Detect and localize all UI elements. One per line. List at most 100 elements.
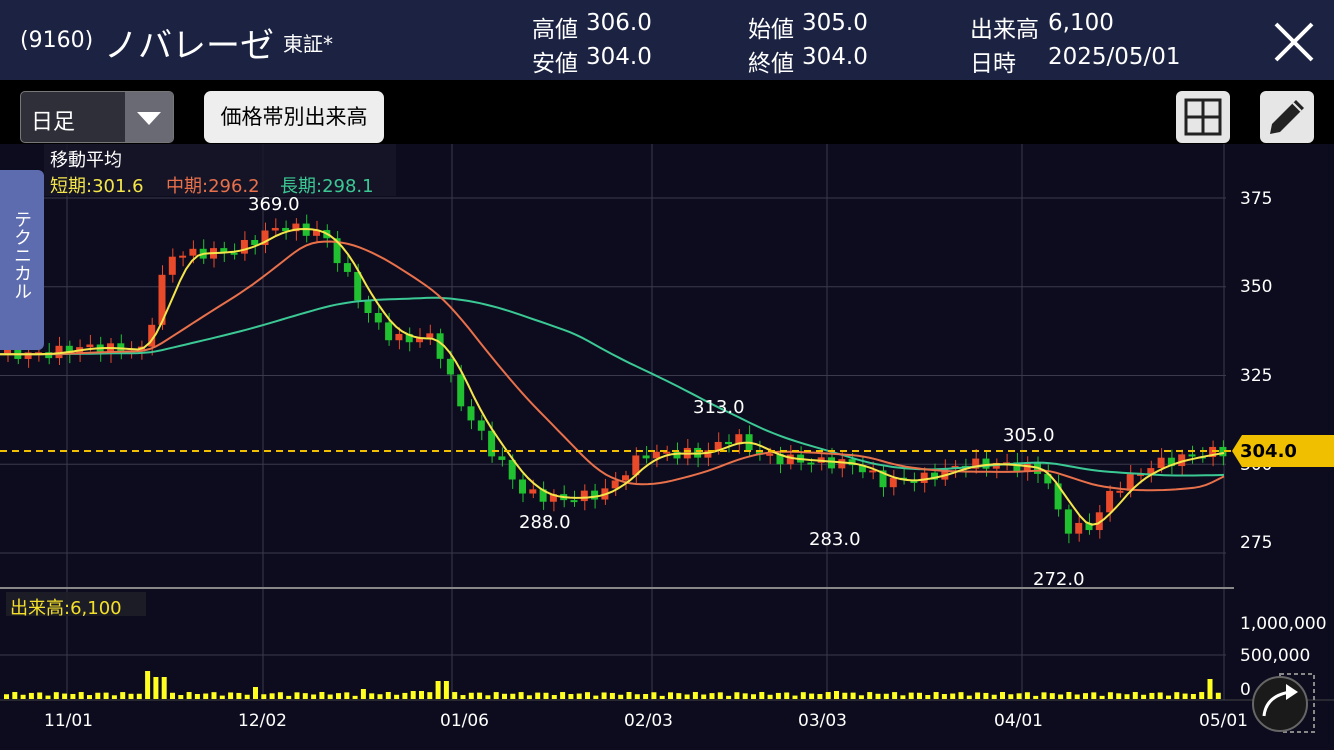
volume-bar (543, 692, 549, 699)
candle-body (529, 489, 537, 494)
close-icon[interactable] (1266, 14, 1322, 70)
y-tick: 350 (1240, 277, 1273, 297)
candle-body (1116, 490, 1124, 493)
volume-bar (360, 689, 366, 699)
volume-bar (128, 693, 134, 699)
volume-bar (103, 692, 109, 699)
volume-bar (900, 695, 906, 699)
ma-mid: 中期:296.2 (166, 176, 260, 197)
open-label: 始値 (748, 17, 794, 43)
volume-bar (45, 695, 51, 699)
volume-bar (659, 695, 665, 699)
volume-bar (568, 694, 574, 699)
volume-bar (319, 692, 325, 699)
volume-by-price-button[interactable]: 価格帯別出来高 (204, 91, 384, 143)
volume-bar (609, 692, 615, 699)
volume-bar (551, 695, 557, 699)
volume-bar (236, 692, 242, 699)
volume-bar (186, 692, 192, 699)
ma-short-line (0, 227, 1225, 526)
volume-bar (194, 694, 200, 699)
volume-bar (336, 693, 341, 699)
candle-body (343, 263, 351, 272)
x-tick: 05/01 (1199, 711, 1248, 731)
stock-code: (9160) (20, 28, 94, 53)
volume-bar (1008, 694, 1014, 699)
volume-bar (1066, 692, 1072, 699)
volume-bar (419, 691, 424, 699)
volume-bar (858, 695, 864, 699)
candle-body (580, 490, 588, 502)
volume-bar (759, 692, 765, 699)
annotation-low: 283.0 (809, 529, 861, 550)
x-tick: 11/01 (44, 711, 93, 731)
volume-bar (875, 693, 881, 699)
volume-bar (377, 694, 383, 699)
price-chart[interactable] (0, 144, 1334, 750)
share-icon[interactable] (1250, 672, 1316, 734)
volume-bar (1083, 693, 1088, 699)
volume-bar (991, 694, 997, 699)
candle-body (766, 453, 774, 456)
annotation-high: 369.0 (248, 194, 300, 215)
volume-bar (145, 671, 151, 699)
volume-bar (228, 692, 234, 699)
volume-bar (651, 692, 657, 699)
candle-body (395, 333, 403, 341)
volume-bar (87, 695, 92, 699)
toolbar (0, 80, 1334, 144)
candle-body (1064, 509, 1072, 534)
volume-bar (493, 692, 499, 699)
volume-bar (958, 692, 964, 699)
volume-bar (468, 692, 474, 699)
volume-bar (966, 695, 972, 699)
candle-body (838, 459, 846, 469)
volume-bar (153, 677, 159, 699)
volume-bar (485, 695, 491, 699)
volume-bar (302, 693, 308, 699)
volume-bar (1141, 694, 1147, 699)
candle-body (385, 322, 393, 341)
volume-bar (1016, 693, 1022, 699)
volume-label: 出来高 (970, 17, 1039, 43)
candle-body (828, 457, 835, 469)
volume-bar (983, 692, 989, 699)
candle-body (1106, 490, 1114, 513)
period-select[interactable]: 日足 (20, 91, 174, 143)
candle-body (1157, 457, 1165, 469)
volume-bar (1000, 692, 1005, 699)
y-tick: 275 (1240, 533, 1273, 553)
high-label: 高値 (532, 17, 578, 43)
volume-bar (1174, 692, 1180, 699)
y-tick: 325 (1240, 366, 1273, 386)
close-value: 304.0 (802, 44, 868, 70)
volume-bar (294, 692, 300, 699)
volume-bar (211, 692, 217, 699)
volume-bar (178, 695, 184, 699)
candle-body (374, 313, 382, 323)
volume-bar (941, 694, 947, 699)
volume-bar (692, 692, 698, 699)
chevron-down-icon[interactable] (125, 92, 173, 142)
volume-bar (767, 694, 773, 699)
volume-bar (1074, 694, 1080, 699)
grid-icon[interactable] (1176, 91, 1230, 143)
volume-bar (510, 693, 516, 699)
candle-body (364, 300, 372, 314)
volume-bar (352, 695, 358, 699)
pencil-icon[interactable] (1260, 91, 1314, 143)
volume-bar (792, 695, 798, 699)
x-tick: 01/06 (440, 711, 489, 731)
volume-bar (385, 692, 391, 699)
volume-bar (593, 695, 599, 699)
candle-body (446, 358, 454, 375)
volume-bar (203, 693, 209, 699)
technical-tab-label: テクニカル (11, 210, 32, 300)
volume-bar (775, 692, 781, 699)
volume-bar (1207, 679, 1213, 699)
ma-title: 移動平均 (50, 150, 122, 171)
volume-bar (62, 693, 68, 699)
volume-bar (4, 694, 9, 699)
volume-bar (20, 694, 26, 699)
candle-body (663, 451, 671, 454)
